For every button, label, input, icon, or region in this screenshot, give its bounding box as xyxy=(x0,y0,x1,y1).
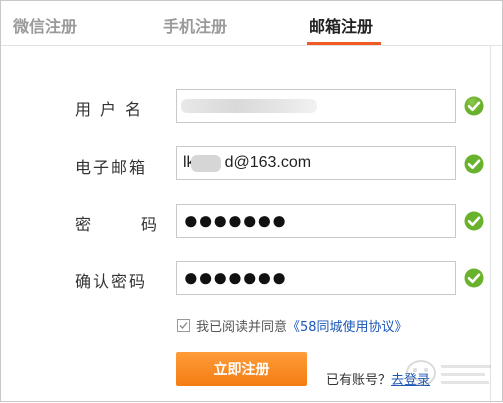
username-valid-check-icon xyxy=(464,96,484,116)
password-field[interactable]: ●●●●●●● xyxy=(176,204,456,238)
active-tab-indicator xyxy=(307,42,381,45)
email-label: 电子邮箱 xyxy=(75,158,148,177)
watermark-logo-icon xyxy=(406,360,491,386)
tab-bar: 微信注册 手机注册 邮箱注册 xyxy=(1,1,502,46)
username-label: 用户名 xyxy=(75,100,151,119)
email-field[interactable]: lk d@163.com xyxy=(176,146,456,180)
agreement-checkbox[interactable] xyxy=(177,319,190,332)
email-valid-check-icon xyxy=(464,154,484,174)
agreement-row: 我已阅读并同意《58同城使用协议》 xyxy=(177,316,408,335)
tab-phone-register[interactable]: 手机注册 xyxy=(163,13,227,37)
tab-wechat-register[interactable]: 微信注册 xyxy=(13,13,77,37)
confirm-password-field[interactable]: ●●●●●●● xyxy=(176,261,456,295)
register-button[interactable]: 立即注册 xyxy=(176,352,307,386)
tab-email-register[interactable]: 邮箱注册 xyxy=(309,13,373,37)
confirm-password-valid-check-icon xyxy=(464,268,484,288)
password-valid-check-icon xyxy=(464,211,484,231)
confirm-password-label: 确认密码 xyxy=(75,272,148,291)
agreement-link[interactable]: 《58同城使用协议》 xyxy=(287,320,408,335)
login-prompt: 已有账号？ xyxy=(326,373,392,388)
username-field[interactable] xyxy=(176,89,456,123)
panel-divider xyxy=(490,45,491,403)
redacted-username xyxy=(181,99,317,113)
checkmark-icon xyxy=(179,322,188,329)
registration-panel: 微信注册 手机注册 邮箱注册 用户名 电子邮箱 lk d@163.com 密码 ●… xyxy=(0,0,503,403)
agreement-text: 我已阅读并同意 xyxy=(196,320,288,335)
redacted-email-part xyxy=(191,155,221,172)
